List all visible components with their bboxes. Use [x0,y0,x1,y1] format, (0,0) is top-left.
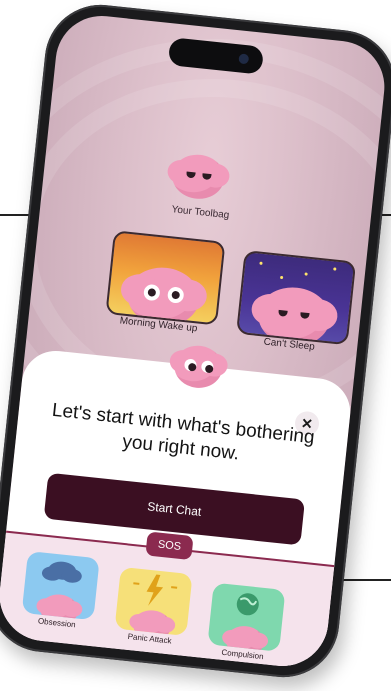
star-icon [304,272,308,276]
star-icon [279,275,284,280]
sos-tile-panic-attack[interactable] [114,566,193,637]
eye-icon [200,360,214,374]
bolt-icon [133,574,178,606]
eye-icon [143,283,161,302]
star-icon [333,267,337,271]
eye-icon [201,173,212,181]
star-icon [259,261,263,265]
eye-icon [183,358,198,372]
eye-icon [278,309,288,317]
eye-icon [166,286,185,304]
globe-icon [236,593,259,616]
sos-tile-obsession[interactable] [21,551,100,621]
app-screen: Your Toolbag Morning Wake up Can't Sleep [0,11,389,671]
eye-icon [186,171,196,179]
backdrop-line [340,579,391,581]
card-morning-wake-up[interactable] [105,230,226,326]
card-cant-sleep[interactable] [236,250,357,346]
phone-mockup: Your Toolbag Morning Wake up Can't Sleep [0,0,391,683]
camera-icon [238,53,250,65]
cloud-icon [41,561,82,583]
sos-badge: SOS [145,531,194,561]
eye-icon [299,312,310,320]
sos-tile-compulsion[interactable] [207,582,286,652]
